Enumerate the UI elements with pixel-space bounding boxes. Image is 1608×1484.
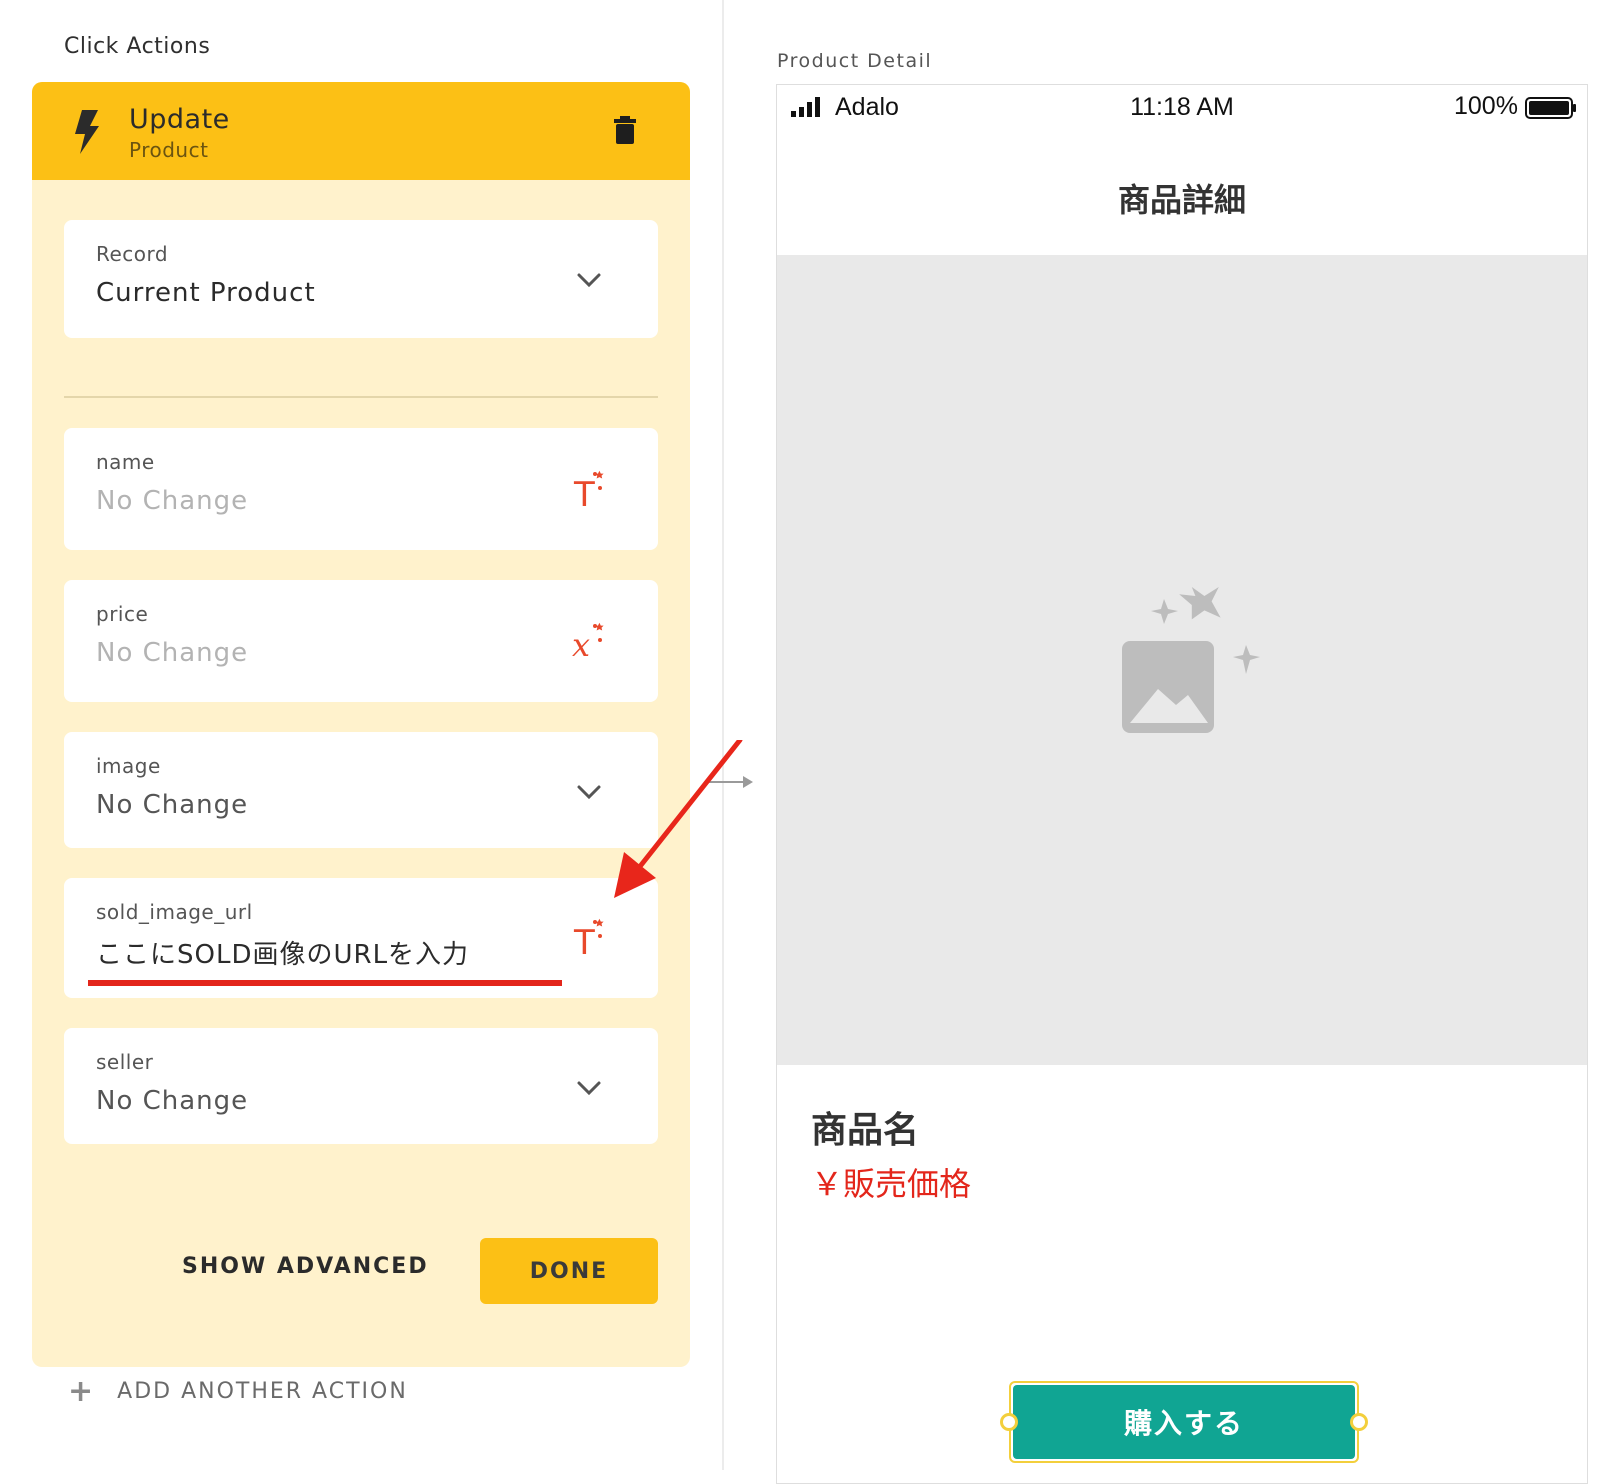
trash-icon[interactable] xyxy=(614,116,636,144)
show-advanced-button[interactable]: SHOW ADVANCED xyxy=(182,1254,429,1279)
section-title: Click Actions xyxy=(64,34,211,59)
field-image[interactable]: image No Change xyxy=(64,732,658,848)
field-value[interactable]: No Change xyxy=(96,638,248,668)
divider xyxy=(64,396,658,398)
svg-text:T: T xyxy=(573,475,595,510)
magic-text-icon[interactable]: T xyxy=(570,468,612,510)
add-action-label: ADD ANOTHER ACTION xyxy=(117,1379,408,1404)
status-bar: Adalo 11:18 AM 100% xyxy=(777,85,1587,135)
link-arrow-icon xyxy=(705,776,753,788)
record-value: Current Product xyxy=(96,278,316,308)
plus-icon: + xyxy=(68,1374,96,1409)
action-card: Update Product Record Current Product na… xyxy=(32,82,690,1367)
chevron-down-icon[interactable] xyxy=(576,1080,602,1096)
field-label: name xyxy=(96,450,155,474)
action-title: Update xyxy=(129,104,230,135)
field-sold-image-url[interactable]: sold_image_url ここにSOLD画像のURLを入力 T xyxy=(64,878,658,998)
buy-button[interactable]: 購入する xyxy=(1013,1385,1355,1459)
left-panel: Click Actions Update Product Record Curr… xyxy=(0,0,723,1470)
field-label: image xyxy=(96,754,161,778)
phone-screen[interactable]: Adalo 11:18 AM 100% 商品詳細 商品名 ￥販売価格 購入する xyxy=(776,84,1588,1484)
field-label: price xyxy=(96,602,149,626)
product-image[interactable] xyxy=(777,255,1587,1065)
chevron-down-icon[interactable] xyxy=(576,272,602,288)
record-label: Record xyxy=(96,242,169,266)
buy-button-selection[interactable]: 購入する xyxy=(1000,1381,1368,1463)
done-button[interactable]: DONE xyxy=(480,1238,658,1304)
highlight-underline xyxy=(88,980,562,986)
image-placeholder-icon xyxy=(1122,587,1260,733)
field-value: No Change xyxy=(96,790,249,820)
field-value[interactable]: No Change xyxy=(96,486,248,516)
field-value[interactable]: ここにSOLD画像のURLを入力 xyxy=(96,934,469,971)
chevron-down-icon[interactable] xyxy=(576,784,602,800)
magic-text-icon[interactable]: T xyxy=(570,916,612,958)
battery-percent: 100% xyxy=(1454,92,1518,120)
svg-text:T: T xyxy=(573,923,595,958)
action-subtitle: Product xyxy=(129,138,209,162)
lightning-bolt-icon xyxy=(75,110,99,154)
battery-icon xyxy=(1525,97,1576,119)
field-label: sold_image_url xyxy=(96,900,253,924)
record-dropdown[interactable]: Record Current Product xyxy=(64,220,658,338)
panel-divider xyxy=(722,0,724,1470)
nav-title: 商品詳細 xyxy=(1117,181,1246,219)
field-seller[interactable]: seller No Change xyxy=(64,1028,658,1144)
product-price: ￥販売価格 xyxy=(811,1165,972,1203)
magic-number-icon[interactable]: x xyxy=(570,620,612,662)
field-value: No Change xyxy=(96,1086,249,1116)
svg-text:x: x xyxy=(572,626,590,662)
add-another-action-button[interactable]: + ADD ANOTHER ACTION xyxy=(68,1374,408,1409)
product-name: 商品名 xyxy=(811,1110,920,1151)
screen-label: Product Detail xyxy=(777,50,933,72)
field-price[interactable]: price No Change x xyxy=(64,580,658,702)
resize-handle-right[interactable] xyxy=(1350,1413,1368,1431)
field-name[interactable]: name No Change T xyxy=(64,428,658,550)
resize-handle-left[interactable] xyxy=(1000,1413,1018,1431)
field-label: seller xyxy=(96,1050,154,1074)
action-header[interactable]: Update Product xyxy=(32,82,690,180)
